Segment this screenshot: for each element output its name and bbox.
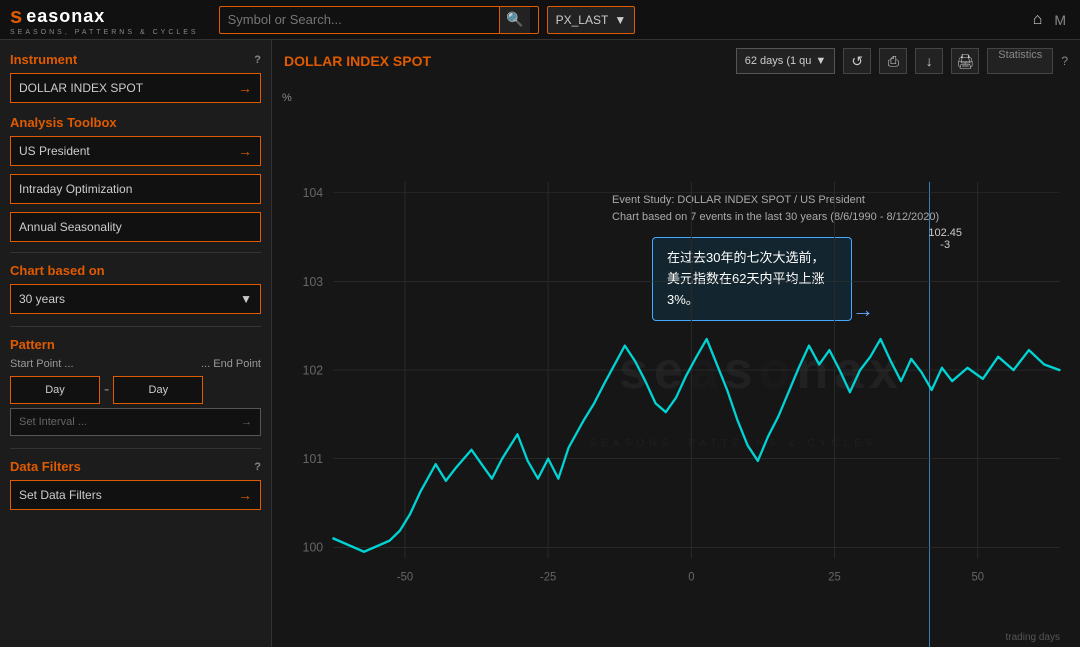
analysis-toolbox-label: Analysis Toolbox bbox=[10, 115, 117, 130]
logo-s-letter: s bbox=[10, 3, 22, 29]
statistics-label: Statistics bbox=[998, 49, 1042, 61]
time-range-label: 62 days (1 qu bbox=[745, 55, 812, 67]
pattern-end-label: ... End Point bbox=[138, 358, 262, 370]
menu-button[interactable]: M bbox=[1050, 12, 1070, 28]
sidebar: Instrument ? DOLLAR INDEX SPOT → Analysi… bbox=[0, 40, 272, 647]
data-filters-value: Set Data Filters bbox=[19, 488, 102, 502]
svg-text:100: 100 bbox=[303, 539, 323, 555]
refresh-button[interactable]: ↺ bbox=[843, 48, 871, 74]
download-icon: ↓ bbox=[926, 53, 933, 69]
time-range-chevron-icon: ▼ bbox=[815, 55, 826, 67]
instrument-label: Instrument bbox=[10, 52, 77, 67]
svg-text:50: 50 bbox=[971, 570, 984, 584]
annual-seasonality-label: Annual Seasonality bbox=[19, 220, 122, 234]
print-button[interactable]: 🖨 bbox=[951, 48, 979, 74]
pattern-section: Start Point ... ... End Point - Set Inte… bbox=[10, 358, 261, 436]
pattern-inputs: - bbox=[10, 376, 261, 404]
us-president-arrow-icon: → bbox=[238, 143, 252, 159]
set-data-filters-button[interactable]: Set Data Filters → bbox=[10, 480, 261, 510]
chart-help-icon[interactable]: ? bbox=[1061, 54, 1068, 68]
pattern-label: Pattern bbox=[10, 337, 55, 352]
chart-area: DOLLAR INDEX SPOT 62 days (1 qu ▼ ↺ ⎙ ↓ … bbox=[272, 40, 1080, 647]
topbar: s easonax SEASONS, PATTERNS & CYCLES 🔍 P… bbox=[0, 0, 1080, 40]
pattern-end-input[interactable] bbox=[113, 376, 203, 404]
svg-text:-50: -50 bbox=[397, 570, 414, 584]
instrument-dropdown[interactable]: DOLLAR INDEX SPOT → bbox=[10, 73, 261, 103]
statistics-button[interactable]: Statistics bbox=[987, 48, 1053, 74]
us-president-button[interactable]: US President → bbox=[10, 136, 261, 166]
set-interval-label: Set Interval ... bbox=[19, 416, 87, 428]
svg-text:-25: -25 bbox=[540, 570, 557, 584]
pattern-start-input[interactable] bbox=[10, 376, 100, 404]
instrument-section-title: Instrument ? bbox=[10, 52, 261, 67]
set-interval-button[interactable]: Set Interval ... → bbox=[10, 408, 261, 436]
time-range-dropdown[interactable]: 62 days (1 qu ▼ bbox=[736, 48, 836, 74]
chart-title: DOLLAR INDEX SPOT bbox=[284, 53, 728, 69]
logo-easonax-text: easonax bbox=[26, 6, 105, 27]
instrument-value: DOLLAR INDEX SPOT bbox=[19, 81, 143, 95]
share-icon: ⎙ bbox=[888, 53, 899, 70]
instrument-arrow-icon: → bbox=[238, 80, 252, 96]
svg-text:104: 104 bbox=[303, 185, 323, 201]
instrument-help-icon[interactable]: ? bbox=[254, 54, 261, 66]
search-button[interactable]: 🔍 bbox=[499, 7, 529, 33]
px-last-dropdown[interactable]: PX_LAST ▼ bbox=[547, 6, 636, 34]
refresh-icon: ↺ bbox=[851, 53, 863, 70]
search-input[interactable] bbox=[228, 12, 500, 27]
download-button[interactable]: ↓ bbox=[915, 48, 943, 74]
chart-svg: 100 101 102 103 104 -50 -25 0 25 50 bbox=[272, 82, 1080, 647]
print-icon: 🖨 bbox=[956, 53, 974, 70]
us-president-label: US President bbox=[19, 144, 90, 158]
annual-seasonality-button[interactable]: Annual Seasonality bbox=[10, 212, 261, 242]
intraday-optimization-label: Intraday Optimization bbox=[19, 182, 132, 196]
chart-svg-container: seasonax SEASONS, PATTERNS & CYCLES Even… bbox=[272, 82, 1080, 647]
svg-text:0: 0 bbox=[688, 570, 695, 584]
svg-text:101: 101 bbox=[303, 451, 323, 467]
pattern-start-label: Start Point ... bbox=[10, 358, 134, 370]
svg-text:25: 25 bbox=[828, 570, 841, 584]
chart-header: DOLLAR INDEX SPOT 62 days (1 qu ▼ ↺ ⎙ ↓ … bbox=[272, 40, 1080, 82]
svg-text:102: 102 bbox=[303, 362, 323, 378]
share-button[interactable]: ⎙ bbox=[879, 48, 907, 74]
chart-based-label: Chart based on bbox=[10, 263, 105, 278]
chart-based-value: 30 years bbox=[19, 292, 65, 306]
main-layout: Instrument ? DOLLAR INDEX SPOT → Analysi… bbox=[0, 40, 1080, 647]
pattern-title: Pattern bbox=[10, 337, 261, 352]
data-filters-arrow-icon: → bbox=[238, 487, 252, 503]
chevron-down-icon: ▼ bbox=[614, 13, 626, 27]
home-button[interactable]: ⌂ bbox=[1025, 11, 1051, 29]
pattern-dash: - bbox=[104, 381, 109, 399]
chart-based-chevron-icon: ▼ bbox=[240, 292, 252, 306]
logo: s easonax SEASONS, PATTERNS & CYCLES bbox=[10, 3, 199, 36]
data-filters-label: Data Filters bbox=[10, 459, 81, 474]
analysis-toolbox-title: Analysis Toolbox bbox=[10, 115, 261, 130]
data-filters-help-icon[interactable]: ? bbox=[254, 461, 261, 473]
logo-sub-text: SEASONS, PATTERNS & CYCLES bbox=[10, 29, 199, 36]
intraday-optimization-button[interactable]: Intraday Optimization bbox=[10, 174, 261, 204]
chart-based-dropdown[interactable]: 30 years ▼ bbox=[10, 284, 261, 314]
set-interval-arrow-icon: → bbox=[241, 416, 252, 428]
svg-text:103: 103 bbox=[303, 273, 323, 289]
chart-based-title: Chart based on bbox=[10, 263, 261, 278]
search-bar[interactable]: 🔍 bbox=[219, 6, 539, 34]
data-filters-title: Data Filters ? bbox=[10, 459, 261, 474]
px-last-label: PX_LAST bbox=[556, 13, 609, 27]
